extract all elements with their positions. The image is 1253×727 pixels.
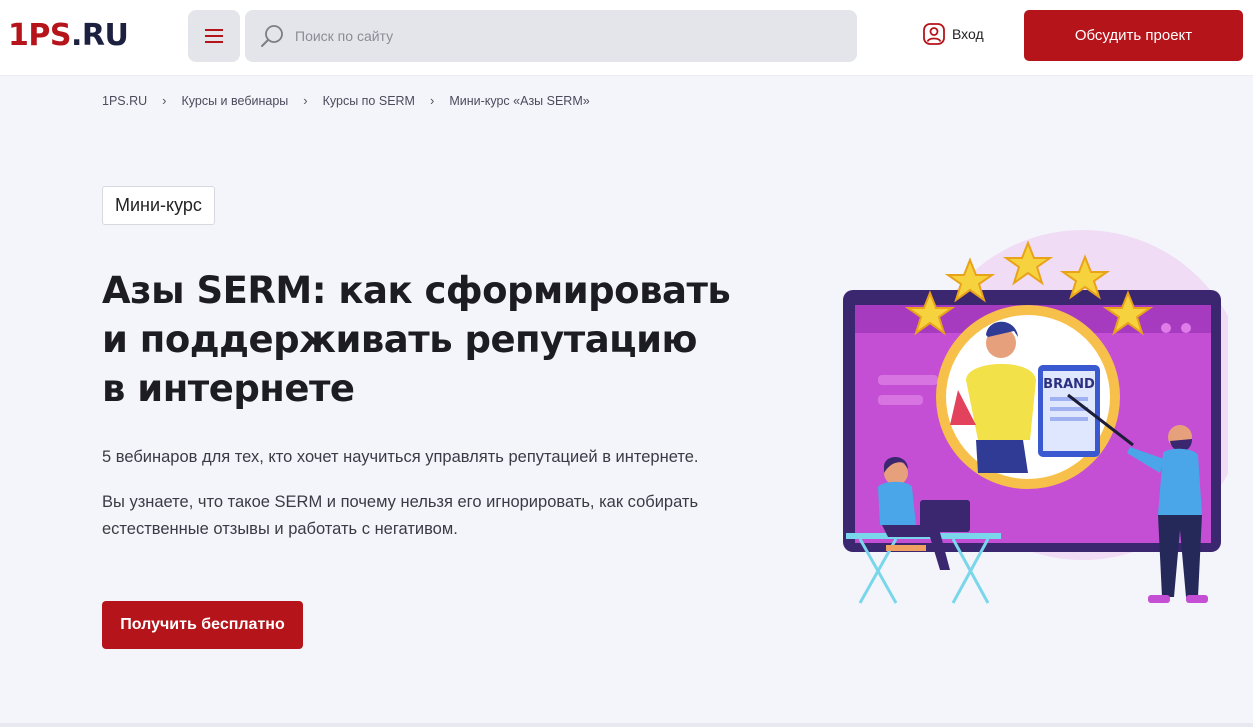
get-free-button[interactable]: Получить бесплатно: [102, 601, 303, 649]
search-icon: [261, 25, 283, 47]
logo-part-b: .RU: [70, 18, 129, 53]
chevron-right-icon: ›: [162, 93, 167, 108]
chevron-right-icon: ›: [429, 93, 435, 108]
hero-description: Вы узнаете, что такое SERM и почему нель…: [102, 493, 699, 538]
search-bar: [245, 10, 857, 62]
search-input[interactable]: [295, 10, 835, 62]
login-link[interactable]: Вход: [922, 22, 984, 46]
section-divider: [0, 723, 1253, 727]
menu-button[interactable]: [188, 10, 240, 62]
title-line: и поддерживать репутацию: [102, 318, 697, 361]
site-logo[interactable]: 1PS.RU: [8, 18, 129, 53]
hero-subtitle: 5 вебинаров для тех, кто хочет научиться…: [102, 448, 699, 466]
logo-part-a: 1PS: [8, 18, 71, 53]
chevron-right-icon: ›: [303, 93, 308, 108]
breadcrumb-item-home[interactable]: 1PS.RU: [102, 94, 147, 108]
user-icon: [923, 23, 945, 45]
hamburger-icon: [205, 29, 223, 43]
breadcrumb-item-courses[interactable]: Курсы и вебинары: [182, 94, 289, 108]
site-header: 1PS.RU Вход Обсудить проект: [0, 0, 1253, 76]
title-line: Азы SERM: как сформировать: [102, 269, 731, 312]
page-title: Азы SERM: как сформировать и поддерживат…: [102, 266, 782, 413]
breadcrumb-item-serm-courses[interactable]: Курсы по SERM: [323, 94, 415, 108]
login-label: Вход: [952, 26, 984, 42]
title-line: в интернете: [102, 367, 355, 410]
breadcrumb: 1PS.RU › Курсы и вебинары › Курсы по SER…: [102, 93, 590, 108]
course-type-badge: Мини-курс: [102, 186, 215, 225]
breadcrumb-item-current: Мини-курс «Азы SERM»: [449, 93, 590, 108]
serm-illustration: BRAND: [843, 230, 1228, 604]
brand-sign-text: BRAND: [1043, 377, 1095, 392]
discuss-project-button[interactable]: Обсудить проект: [1024, 10, 1243, 61]
